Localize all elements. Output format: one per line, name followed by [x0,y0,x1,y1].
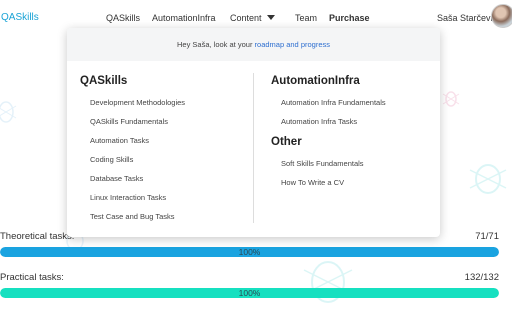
theoretical-progress-text: 100% [238,247,261,257]
nav-purchase[interactable]: Purchase [329,13,370,23]
menu-item-qaskills-fundamentals[interactable]: QASkills Fundamentals [90,117,168,126]
user-name[interactable]: Saša Starčević [437,13,497,23]
menu-item-database-tasks[interactable]: Database Tasks [90,174,143,183]
dropdown-divider [253,73,254,223]
practical-tasks-label: Practical tasks: [0,272,64,283]
bug-icon [441,88,461,108]
dropdown-col-qaskills: QASkills [80,75,127,87]
theoretical-tasks-label: Theoretical tasks: [0,231,75,242]
dropdown-col-other: Other [271,136,302,148]
dropdown-col-automationinfra: AutomationInfra [271,75,360,87]
nav-content[interactable]: Content [230,13,275,23]
brand-logo[interactable]: QASkills [1,12,39,23]
roadmap-progress-link[interactable]: roadmap and progress [255,40,330,49]
menu-item-linux-interaction-tasks[interactable]: Linux Interaction Tasks [90,193,166,202]
menu-item-automation-tasks[interactable]: Automation Tasks [90,136,149,145]
dropdown-title-other: Other [271,136,302,148]
menu-item-development-methodologies[interactable]: Development Methodologies [90,98,185,107]
bug-icon [0,96,18,126]
menu-item-automation-infra-fundamentals[interactable]: Automation Infra Fundamentals [281,98,386,107]
dropdown-title-automationinfra: AutomationInfra [271,75,360,87]
greeting-text: Hey Saša, look at your [176,40,255,49]
practical-progress-bar: 100% [0,288,499,298]
bug-icon [466,158,510,198]
caret-down-icon [266,15,275,20]
nav-automationinfra[interactable]: AutomationInfra [152,13,216,23]
menu-item-coding-skills[interactable]: Coding Skills [90,155,133,164]
practical-progress-text: 100% [238,288,261,298]
bug-icon [298,256,358,306]
dropdown-title-qaskills: QASkills [80,75,128,87]
theoretical-progress-bar: 100% [0,247,499,257]
menu-item-how-to-write-cv[interactable]: How To Write a CV [281,178,344,187]
menu-item-automation-infra-tasks[interactable]: Automation Infra Tasks [281,117,357,126]
practical-tasks-count: 132/132 [464,272,499,283]
menu-item-test-case-bug-tasks[interactable]: Test Case and Bug Tasks [90,212,175,221]
menu-item-soft-skills-fundamentals[interactable]: Soft Skills Fundamentals [281,159,364,168]
theoretical-tasks-count: 71/71 [475,231,499,242]
dropdown-greeting: Hey Saša, look at your roadmap and progr… [67,28,440,61]
avatar[interactable] [491,4,512,28]
nav-qaskills[interactable]: QASkills [106,13,140,23]
nav-content-label: Content [230,13,262,23]
nav-team[interactable]: Team [295,13,317,23]
content-dropdown-menu: Hey Saša, look at your roadmap and progr… [67,28,440,237]
